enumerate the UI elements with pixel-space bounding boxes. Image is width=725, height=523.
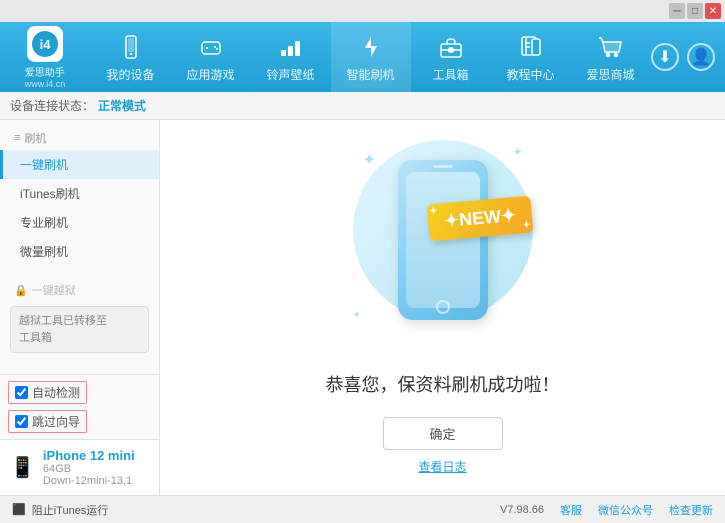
logo-name-text: 爱思助手 — [25, 64, 66, 79]
header: i4 爱思助手 www.i4.cn 我的设备 — [0, 22, 725, 92]
device-version: Down-12mini-13,1 — [43, 475, 135, 487]
nav-shop[interactable]: 爱思商城 — [571, 22, 651, 92]
nav-smart-flash[interactable]: 智能刷机 — [331, 22, 411, 92]
flash-section-icon: ≡ — [14, 132, 20, 144]
nav-tutorial[interactable]: 教程中心 — [491, 22, 571, 92]
sidebar-section-jailbreak: 🔒 一键越狱 越狱工具已转移至工具箱 — [0, 272, 159, 363]
smart-flash-icon — [356, 32, 386, 62]
jailbreak-icon: 🔒 — [14, 284, 28, 297]
user-button[interactable]: 👤 — [687, 43, 715, 71]
svg-text:i4: i4 — [40, 37, 52, 52]
ringtone-icon — [276, 32, 306, 62]
sidebar-section-more: ≡ 更多 其他工具 下载固件 高级功能 — [0, 363, 159, 374]
sidebar-item-pro-flash[interactable]: 专业刷机 — [0, 208, 159, 237]
shop-icon — [596, 32, 626, 62]
success-illustration: ✦ ✦ ✦ ✦NEW✦ — [343, 140, 543, 351]
auto-detect-label: 自动检测 — [32, 384, 80, 401]
nav-ringtone-label: 铃声壁纸 — [266, 66, 314, 83]
phone-home-button — [436, 300, 450, 314]
nav-app-game[interactable]: 应用游戏 — [171, 22, 251, 92]
logo[interactable]: i4 爱思助手 www.i4.cn — [0, 22, 90, 92]
content-area: ✦ ✦ ✦ ✦NEW✦ 恭喜您，保资料刷机成功啦！ 确定 查看日志 — [160, 120, 725, 495]
sidebar: ≡ 刷机 一键刷机 iTunes刷机 专业刷机 微量刷机 — [0, 120, 159, 374]
nav-toolbox[interactable]: 工具箱 — [411, 22, 491, 92]
nav-toolbox-label: 工具箱 — [432, 66, 468, 83]
wechat-link[interactable]: 微信公众号 — [598, 502, 653, 518]
sidebar-section-flash-title: ≡ 刷机 — [0, 126, 159, 150]
title-bar: ─ □ ✕ — [0, 0, 725, 22]
device-name: iPhone 12 mini — [43, 448, 135, 463]
app-layout: ≡ 刷机 一键刷机 iTunes刷机 专业刷机 微量刷机 — [0, 120, 725, 523]
nav-tutorial-label: 教程中心 — [506, 66, 554, 83]
logo-name: 爱思助手 www.i4.cn — [25, 64, 66, 89]
sidebar-section-jailbreak-title: 🔒 一键越狱 — [0, 278, 159, 302]
app-game-icon — [196, 32, 226, 62]
stop-itunes-button[interactable]: 阻止iTunes运行 — [32, 502, 109, 518]
app-body: ≡ 刷机 一键刷机 iTunes刷机 专业刷机 微量刷机 — [0, 120, 725, 495]
status-footer-right: V7.98.66 客服 微信公众号 检查更新 — [500, 502, 713, 518]
via-wizard-checkbox[interactable]: 跳过向导 — [8, 410, 87, 433]
success-text: 恭喜您，保资料刷机成功啦！ — [326, 371, 560, 397]
goto-log-link[interactable]: 查看日志 — [418, 458, 466, 475]
maximize-button[interactable]: □ — [687, 3, 703, 19]
sidebar-item-one-key-flash[interactable]: 一键刷机 — [0, 150, 159, 179]
via-wizard-label: 跳过向导 — [32, 413, 80, 430]
version-text: V7.98.66 — [500, 504, 544, 516]
star1-icon: ✦ — [363, 150, 376, 170]
auto-detect-input[interactable] — [15, 386, 28, 399]
star2-icon: ✦ — [512, 145, 522, 159]
status-footer-left: ⬛ 阻止iTunes运行 — [12, 502, 480, 518]
auto-detect-checkbox[interactable]: 自动检测 — [8, 381, 87, 404]
nav: 我的设备 应用游戏 铃声壁纸 — [90, 22, 651, 92]
status-label: 设备连接状态： — [10, 97, 94, 114]
status-bar: 设备连接状态： 正常模式 — [0, 92, 725, 120]
device-storage: 64GB — [43, 463, 135, 475]
nav-my-device-label: 我的设备 — [106, 66, 154, 83]
via-wizard-input[interactable] — [15, 415, 28, 428]
jailbreak-notice: 越狱工具已转移至工具箱 — [10, 306, 149, 353]
logo-icon: i4 — [27, 26, 63, 62]
download-button[interactable]: ⬇ — [651, 43, 679, 71]
toolbox-icon — [436, 32, 466, 62]
device-panel: 📱 iPhone 12 mini 64GB Down-12mini-13,1 — [0, 439, 159, 495]
star3-icon: ✦ — [353, 310, 361, 321]
nav-app-game-label: 应用游戏 — [186, 66, 234, 83]
tutorial-icon — [516, 32, 546, 62]
sidebar-section-flash: ≡ 刷机 一键刷机 iTunes刷机 专业刷机 微量刷机 — [0, 120, 159, 272]
nav-ringtone[interactable]: 铃声壁纸 — [251, 22, 331, 92]
sidebar-item-save-flash[interactable]: 微量刷机 — [0, 237, 159, 266]
device-phone-icon: 📱 — [10, 455, 35, 480]
status-footer: ⬛ 阻止iTunes运行 V7.98.66 客服 微信公众号 检查更新 — [0, 495, 725, 523]
close-button[interactable]: ✕ — [705, 3, 721, 19]
device-info: iPhone 12 mini 64GB Down-12mini-13,1 — [43, 448, 135, 487]
nav-my-device[interactable]: 我的设备 — [91, 22, 171, 92]
checkbox-panel: 自动检测 跳过向导 — [0, 374, 159, 439]
sidebar-wrapper: ≡ 刷机 一键刷机 iTunes刷机 专业刷机 微量刷机 — [0, 120, 160, 495]
customer-service-link[interactable]: 客服 — [560, 502, 582, 518]
my-device-icon — [116, 32, 146, 62]
stop-itunes-icon: ⬛ — [12, 503, 26, 516]
nav-smart-flash-label: 智能刷机 — [346, 66, 394, 83]
status-value: 正常模式 — [98, 97, 146, 114]
nav-shop-label: 爱思商城 — [586, 66, 634, 83]
logo-url: www.i4.cn — [25, 79, 66, 89]
confirm-button[interactable]: 确定 — [383, 417, 503, 450]
sidebar-item-itunes-flash[interactable]: iTunes刷机 — [0, 179, 159, 208]
nav-right: ⬇ 👤 — [651, 43, 725, 71]
minimize-button[interactable]: ─ — [669, 3, 685, 19]
check-update-link[interactable]: 检查更新 — [669, 502, 713, 518]
